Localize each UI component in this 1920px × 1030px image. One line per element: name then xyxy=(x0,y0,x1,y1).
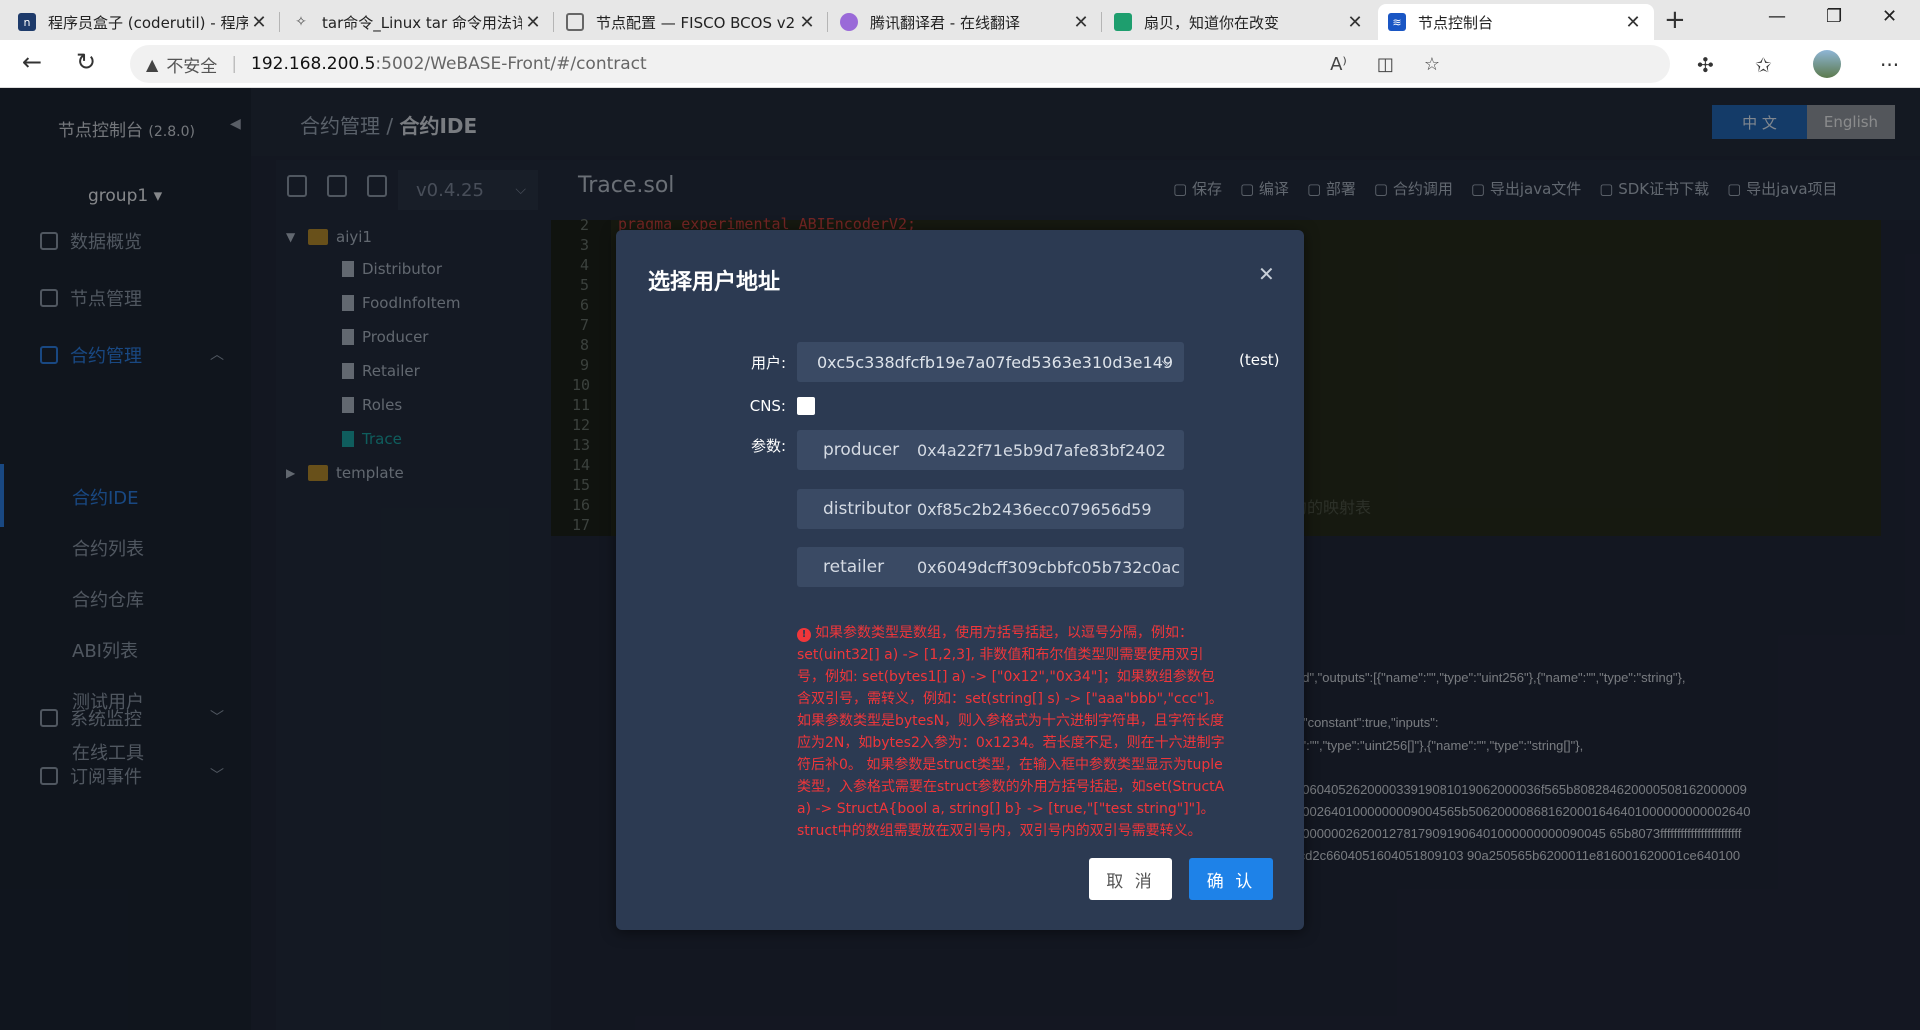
translate-icon xyxy=(840,13,858,31)
params-label: 参数: xyxy=(750,437,786,455)
select-user-dialog: 选择用户地址 ✕ 用户: 0xc5c338dfcfb19e7a07fed5363… xyxy=(616,230,1304,930)
address-bar: ← ↻ ▲ 不安全 | 192.168.200.5:5002/WeBASE-Fr… xyxy=(0,40,1920,88)
favorite-star-icon[interactable]: ☆ xyxy=(1424,54,1440,75)
close-tab-icon[interactable]: ✕ xyxy=(1344,12,1366,33)
profile-avatar[interactable] xyxy=(1813,50,1841,78)
user-label: 用户: xyxy=(750,354,786,372)
tab-title: 节点控制台 xyxy=(1418,13,1494,32)
refresh-icon[interactable]: ↻ xyxy=(76,48,96,76)
browser-tab[interactable]: 扇贝，知道你在改变 ✕ xyxy=(1104,4,1376,40)
user-tag: (test) xyxy=(1239,351,1280,369)
browser-tab-bar: n 程序员盒子 (coderutil) - 程序 ✕ ✧ tar命令_Linux… xyxy=(0,0,1920,40)
security-label: 不安全 xyxy=(166,56,218,77)
confirm-button[interactable]: 确 认 xyxy=(1189,858,1273,900)
close-tab-icon[interactable]: ✕ xyxy=(796,12,818,33)
info-icon: ! xyxy=(797,628,811,642)
dialog-title: 选择用户地址 xyxy=(648,270,781,295)
read-aloud-icon[interactable]: A⁾ xyxy=(1330,54,1347,75)
param-name: retailer xyxy=(823,557,885,577)
param-name: distributor xyxy=(823,499,912,519)
minimize-icon[interactable]: — xyxy=(1768,6,1786,27)
coderutil-icon: n xyxy=(18,13,36,31)
back-icon[interactable]: ← xyxy=(22,48,42,76)
url-host: 192.168.200.5 xyxy=(251,54,376,74)
tab-title: 节点配置 — FISCO BCOS v2.9 xyxy=(596,13,796,32)
chevron-down-icon: ⌵ xyxy=(1161,354,1172,370)
param-value[interactable]: 0x6049dcff309cbbfc05b732c0ac xyxy=(907,558,1184,577)
new-tab-icon[interactable]: + xyxy=(1664,7,1686,33)
close-tab-icon[interactable]: ✕ xyxy=(522,12,544,33)
user-address-select[interactable]: 0xc5c338dfcfb19e7a07fed5363e310d3e149 ⌵ xyxy=(797,342,1184,382)
more-icon[interactable]: ··· xyxy=(1880,53,1899,77)
restore-icon[interactable]: ❐ xyxy=(1826,6,1842,27)
url-field[interactable]: ▲ 不安全 | 192.168.200.5:5002/WeBASE-Front/… xyxy=(130,45,1670,83)
param-value[interactable]: 0x4a22f71e5b9d7afe83bf2402 xyxy=(907,441,1184,460)
tab-title: tar命令_Linux tar 命令用法详 xyxy=(322,13,522,32)
cancel-button[interactable]: 取 消 xyxy=(1089,858,1172,900)
split-screen-icon[interactable]: ◫ xyxy=(1377,54,1394,75)
browser-tab[interactable]: 节点配置 — FISCO BCOS v2.9 ✕ xyxy=(556,4,828,40)
shanbay-icon xyxy=(1114,13,1132,31)
close-tab-icon[interactable]: ✕ xyxy=(248,12,270,33)
extensions-icon[interactable]: ✣ xyxy=(1697,53,1714,77)
runoob-icon: ✧ xyxy=(295,14,307,30)
param-producer-input[interactable]: producer 0x4a22f71e5b9d7afe83bf2402 xyxy=(797,430,1184,470)
tab-title: 腾讯翻译君 - 在线翻译 xyxy=(870,13,1020,32)
tab-title: 扇贝，知道你在改变 xyxy=(1144,13,1280,32)
param-tip: ! 如果参数类型是数组，使用方括号括起，以逗号分隔，例如：set(uint32[]… xyxy=(797,625,1225,839)
param-value[interactable]: 0xf85c2b2436ecc079656d59 xyxy=(907,500,1184,519)
close-tab-icon[interactable]: ✕ xyxy=(1070,12,1092,33)
cns-checkbox[interactable] xyxy=(797,397,815,415)
doc-icon xyxy=(566,13,584,31)
cns-label: CNS: xyxy=(749,397,786,415)
layers-icon: ≋ xyxy=(1388,13,1406,31)
param-name: producer xyxy=(823,440,900,460)
close-icon[interactable]: ✕ xyxy=(1258,262,1275,286)
close-window-icon[interactable]: ✕ xyxy=(1882,6,1897,27)
browser-tab[interactable]: ✧ tar命令_Linux tar 命令用法详 ✕ xyxy=(282,4,554,40)
browser-tab[interactable]: n 程序员盒子 (coderutil) - 程序 ✕ xyxy=(8,4,280,40)
favorites-icon[interactable]: ✩ xyxy=(1755,53,1772,77)
param-retailer-input[interactable]: retailer 0x6049dcff309cbbfc05b732c0ac xyxy=(797,547,1184,587)
url-path: :5002/WeBASE-Front/#/contract xyxy=(375,54,647,74)
tab-title: 程序员盒子 (coderutil) - 程序 xyxy=(48,13,248,32)
browser-tab[interactable]: 腾讯翻译君 - 在线翻译 ✕ xyxy=(830,4,1102,40)
browser-tab-active[interactable]: ≋ 节点控制台 ✕ xyxy=(1378,4,1654,40)
param-distributor-input[interactable]: distributor 0xf85c2b2436ecc079656d59 xyxy=(797,489,1184,529)
warning-icon: ▲ xyxy=(146,54,159,74)
close-tab-icon[interactable]: ✕ xyxy=(1622,12,1644,33)
